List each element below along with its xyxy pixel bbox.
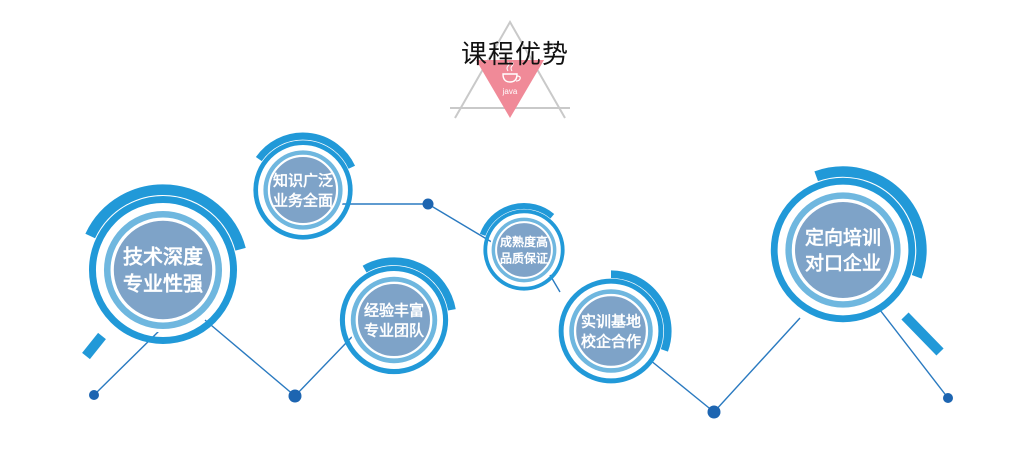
connector-line bbox=[649, 359, 715, 413]
connector-dot bbox=[288, 389, 302, 403]
magnifier-handle bbox=[82, 332, 106, 360]
page-title: 课程优势 bbox=[460, 40, 569, 70]
connector-dot bbox=[943, 393, 953, 403]
advantage-label-line: 定向培训 bbox=[805, 226, 881, 249]
inner-disk bbox=[355, 281, 433, 359]
advantage-node-maturity: 成熟度高品质保证 bbox=[479, 203, 565, 291]
inner-disk bbox=[791, 198, 895, 302]
connector-line bbox=[204, 319, 296, 397]
advantage-label-line: 经验丰富 bbox=[364, 301, 424, 319]
connector-dot bbox=[422, 198, 434, 210]
inner-disk bbox=[267, 154, 339, 226]
inner-disk bbox=[110, 217, 216, 323]
advantage-label-line: 业务全面 bbox=[273, 192, 333, 210]
advantage-node-knowledge: 知识广泛业务全面 bbox=[253, 132, 356, 240]
inner-disk bbox=[495, 221, 553, 279]
advantage-label-line: 成熟度高 bbox=[500, 234, 548, 249]
advantage-label-line: 知识广泛 bbox=[273, 171, 333, 189]
course-advantages-diagram: java 技术深度 专业性强 知识广泛 业务全面 经验丰富 专业团队 成熟度高 品质保证 实训基… bbox=[0, 0, 1030, 453]
advantage-label-line: 技术深度 bbox=[123, 245, 204, 269]
advantage-node-team: 经验丰富专业团队 bbox=[339, 257, 456, 375]
java-logo-text: java bbox=[502, 87, 518, 96]
advantage-label-line: 校企合作 bbox=[581, 333, 641, 351]
advantage-label-line: 专业团队 bbox=[364, 322, 425, 340]
advantage-label-line: 对口企业 bbox=[805, 252, 881, 275]
connector-line bbox=[713, 317, 801, 413]
advantage-node-enterprise: 定向培训对口企业 bbox=[770, 166, 944, 356]
connector-dot bbox=[89, 390, 99, 400]
connector-dot bbox=[707, 405, 721, 419]
advantage-label-line: 实训基地 bbox=[581, 312, 641, 330]
advantage-label-line: 专业性强 bbox=[123, 272, 203, 296]
inner-disk bbox=[573, 293, 649, 369]
advantage-node-training: 实训基地校企合作 bbox=[558, 270, 672, 384]
advantage-label-line: 品质保证 bbox=[500, 250, 548, 265]
magnifier-handle bbox=[901, 312, 944, 356]
advantage-circles: 技术深度专业性强知识广泛业务全面经验丰富专业团队成熟度高品质保证实训基地校企合作… bbox=[82, 132, 944, 384]
